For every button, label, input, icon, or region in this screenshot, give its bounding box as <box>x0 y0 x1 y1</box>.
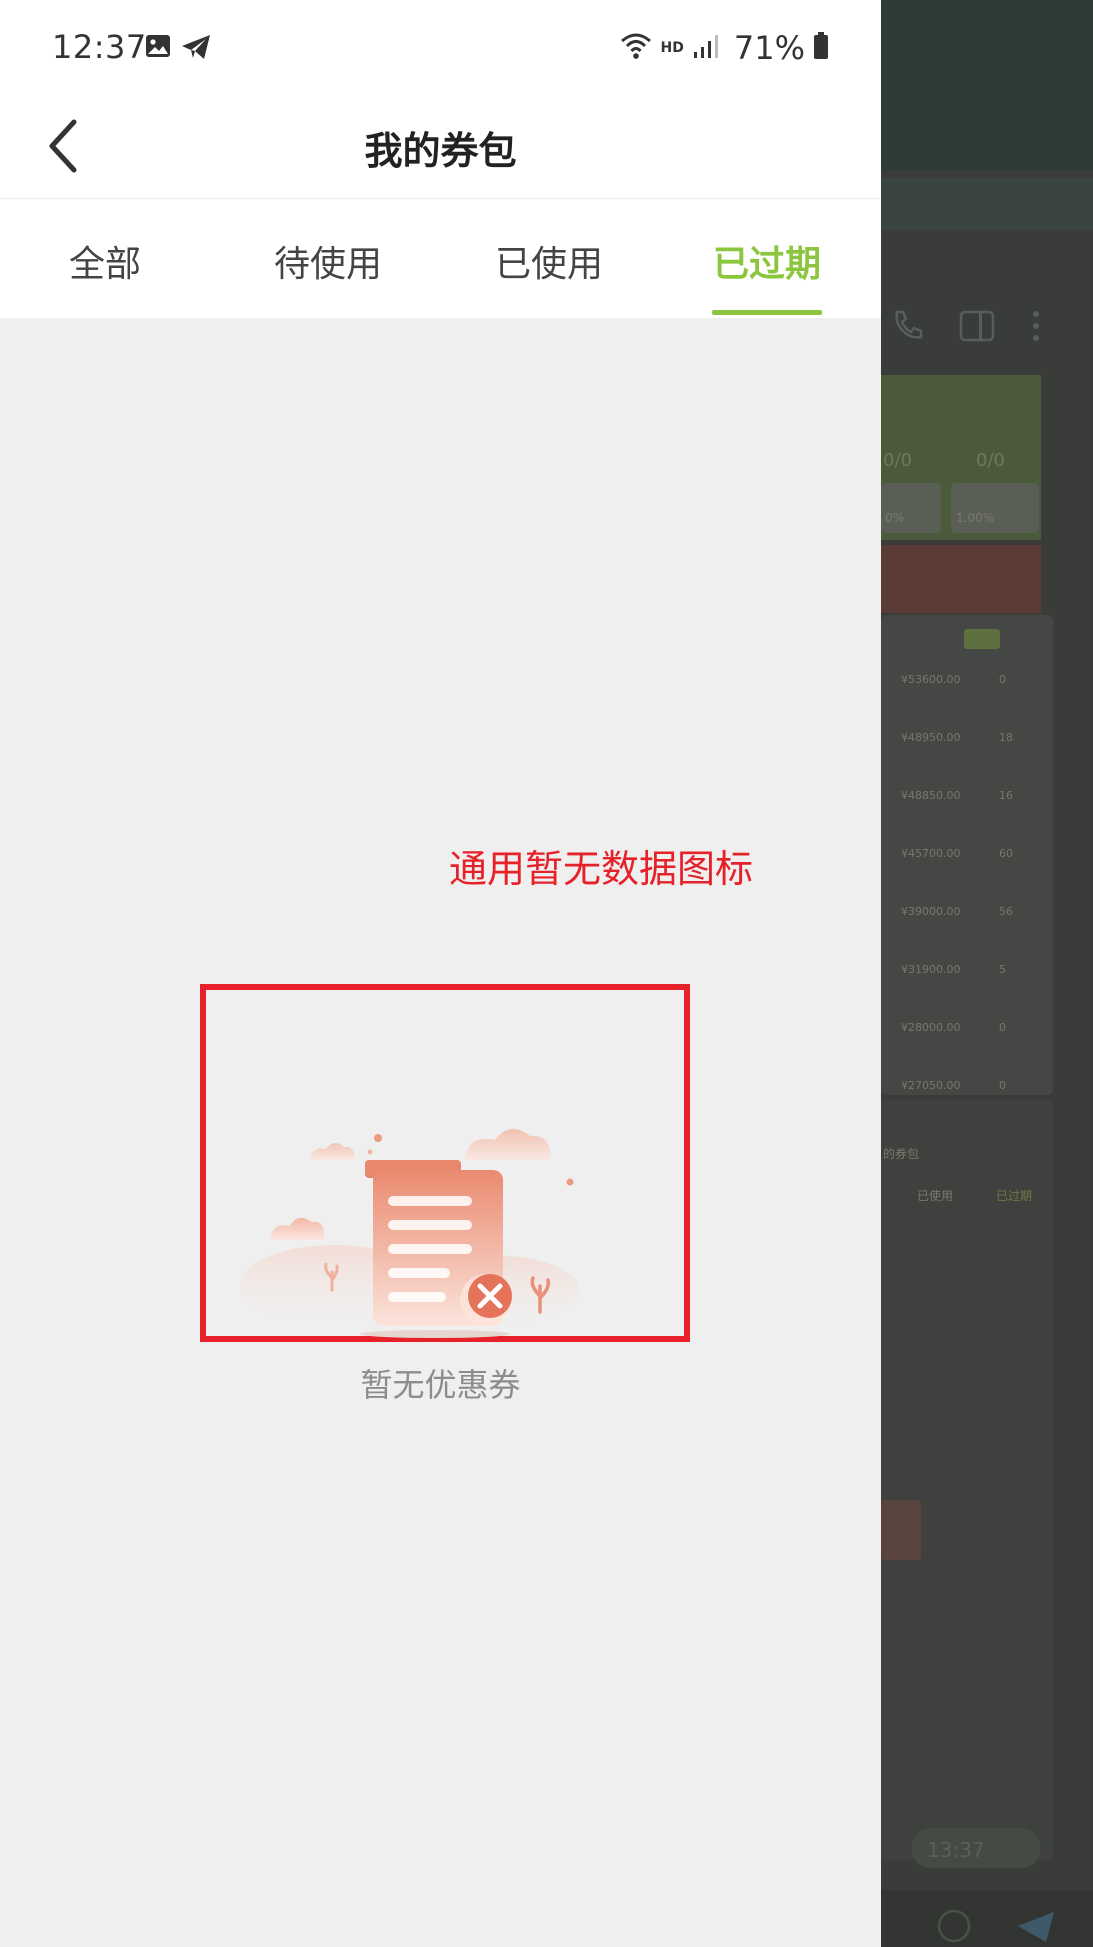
bg-row-amount: ¥31900.00 <box>901 963 961 976</box>
bg-row-count: 16 <box>999 789 1013 802</box>
bg-row-count: 18 <box>999 731 1013 744</box>
bg-alert-card <box>881 545 1041 613</box>
gallery-icon <box>145 34 171 62</box>
signal-icon <box>692 32 720 64</box>
bg-input-bar <box>881 1890 1093 1947</box>
screen: 12:37 HD 71% 我的券包 全部 待使用 已使用 已过期 通用暂无数据图… <box>0 0 1093 1947</box>
bg-mini-tab-active: 已过期 <box>996 1189 1033 1203</box>
send-icon <box>1016 1910 1056 1947</box>
tab-all-label: 全部 <box>68 244 141 285</box>
bg-table: ¥53600.00 0 ¥48950.00 18 ¥48850.00 16 ¥4… <box>881 615 1053 1095</box>
empty-state-text: 暂无优惠券 <box>360 1366 521 1404</box>
tab-used-label: 已使用 <box>494 244 603 285</box>
page-title: 我的券包 <box>364 129 517 173</box>
bg-row-count: 0 <box>999 1021 1006 1034</box>
status-time: 12:37 <box>52 28 147 66</box>
battery-percent: 71% <box>733 29 805 67</box>
bg-row-amount: ¥45700.00 <box>901 847 961 860</box>
tab-expired-label: 已过期 <box>712 244 821 285</box>
annotation-label: 通用暂无数据图标 <box>449 847 754 891</box>
bg-row-count: 56 <box>999 905 1013 918</box>
bg-box-2-value: 1.00% <box>956 511 995 525</box>
hd-badge: HD <box>660 40 684 56</box>
tab-bar: 全部 待使用 已使用 已过期 <box>0 199 881 318</box>
split-view-icon <box>959 310 995 346</box>
bg-row-count: 5 <box>999 963 1006 976</box>
bg-chat-time-bubble: 13:37 <box>911 1828 1041 1868</box>
bg-row-amount: ¥28000.00 <box>901 1021 961 1034</box>
empty-coupon-clipboard-icon <box>240 1050 580 1340</box>
bg-row-amount: ¥48850.00 <box>901 789 961 802</box>
bg-box-1: 0% <box>881 483 941 533</box>
bg-row-amount: ¥39000.00 <box>901 905 961 918</box>
more-vertical-icon <box>1031 310 1041 346</box>
bg-chat-time: 13:37 <box>927 1838 985 1862</box>
wifi-icon <box>619 31 653 65</box>
active-tab-indicator <box>712 310 822 315</box>
bg-mini-tab: 已使用 <box>917 1189 954 1203</box>
coupon-wallet-page: 12:37 HD 71% 我的券包 全部 待使用 已使用 已过期 通用暂无数据图… <box>0 0 881 1947</box>
bg-row-count: 60 <box>999 847 1013 860</box>
bg-table-tag <box>964 629 1000 649</box>
navigation-bar: 我的券包 <box>0 98 881 199</box>
bg-row-amount: ¥53600.00 <box>901 673 961 686</box>
battery-icon <box>813 32 829 64</box>
tab-all[interactable]: 全部 <box>64 235 146 315</box>
bg-mini-screenshot: 的券包 已使用 已过期 <box>881 1100 1053 1860</box>
bg-box-1-value: 0% <box>885 511 905 525</box>
bg-stat-2: 0/0 <box>976 450 1005 471</box>
bg-row-count: 0 <box>999 673 1006 686</box>
bg-row-amount: ¥27050.00 <box>901 1079 961 1092</box>
bg-stats-card: 0/0 0/0 0% 1.00% <box>881 375 1041 540</box>
status-indicators: HD 71% <box>619 28 829 68</box>
bg-row-amount: ¥48950.00 <box>901 731 961 744</box>
bg-stat-1: 0/0 <box>883 450 912 471</box>
empty-content-area: 通用暂无数据图标 暂无优惠券 <box>0 318 881 1947</box>
telegram-icon <box>180 33 212 65</box>
tab-unused-label: 待使用 <box>273 244 382 285</box>
emoji-icon <box>936 1908 972 1947</box>
background-app-dimmed: 0/0 0/0 0% 1.00% ¥53600.00 0 ¥48950.00 1… <box>881 0 1093 1947</box>
status-bar: 12:37 HD 71% <box>0 0 881 98</box>
tab-unused[interactable]: 待使用 <box>269 235 387 315</box>
bg-subheader <box>881 178 1093 230</box>
phone-icon <box>891 308 925 346</box>
bg-header <box>881 0 1093 170</box>
bg-row-count: 0 <box>999 1079 1006 1092</box>
bg-box-2: 1.00% <box>951 483 1039 533</box>
bg-mini-illustration <box>881 1500 921 1560</box>
tab-expired[interactable]: 已过期 <box>712 235 822 315</box>
bg-mini-title: 的券包 <box>883 1147 920 1161</box>
tab-used[interactable]: 已使用 <box>490 235 608 315</box>
